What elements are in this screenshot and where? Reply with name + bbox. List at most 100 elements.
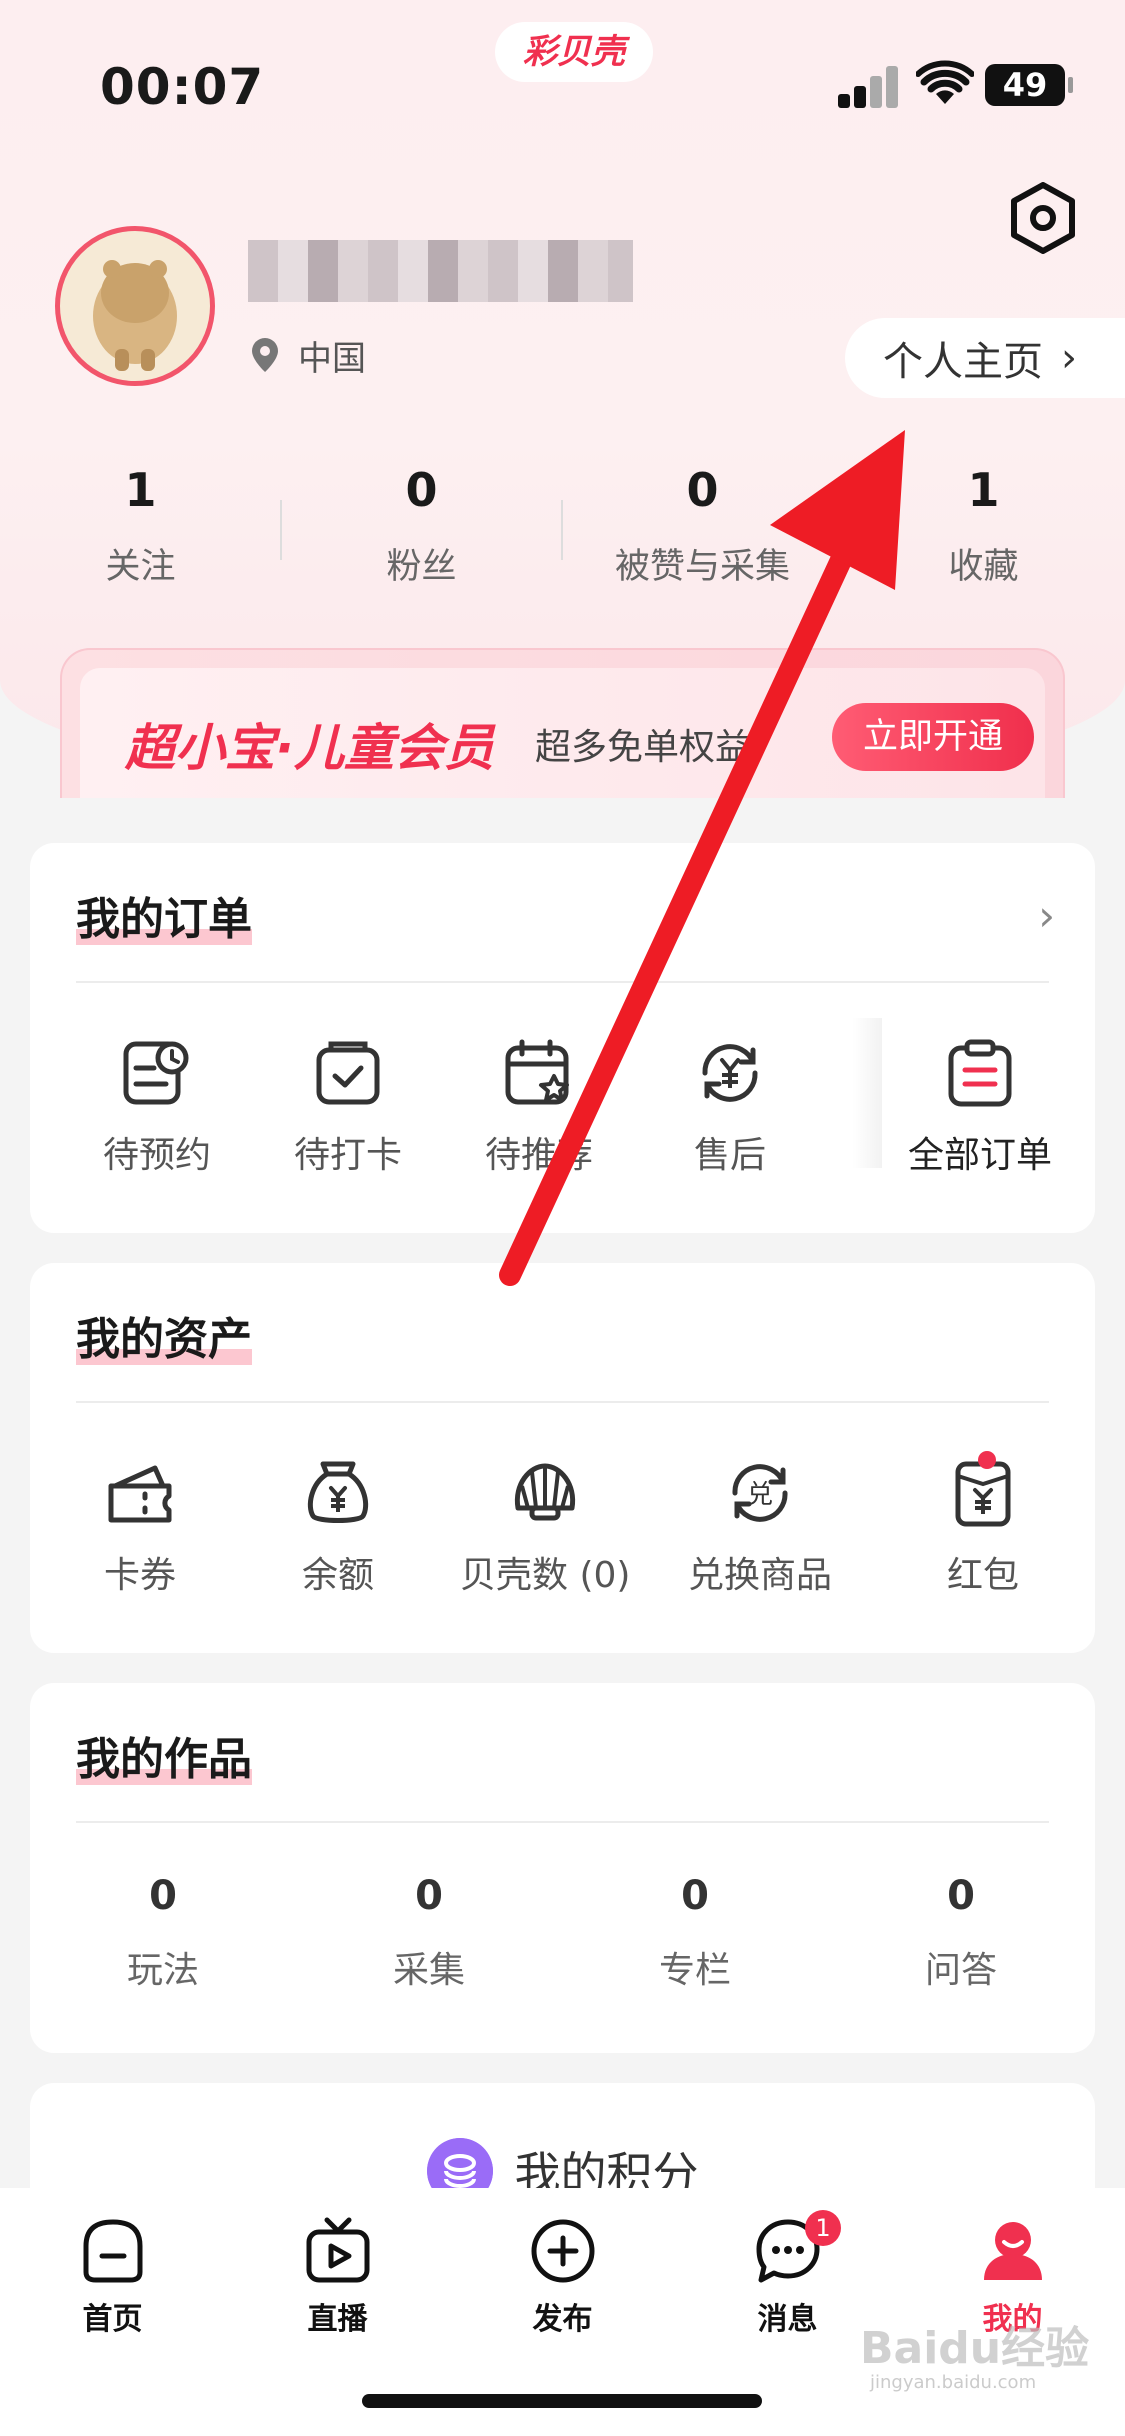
works-card: 我的作品 0 玩法 0 采集 0 专栏 0 问答 xyxy=(30,1683,1095,2053)
order-pending-appointment[interactable]: 待预约 xyxy=(82,1038,232,1178)
location: 中国 xyxy=(250,330,366,380)
stat-favorites[interactable]: 1 收藏 xyxy=(843,460,1124,590)
red-envelope-icon xyxy=(955,1461,1011,1527)
plus-circle-icon xyxy=(531,2219,594,2283)
stat-value: 1 xyxy=(124,463,157,517)
asset-item-label: 余额 xyxy=(301,1555,374,1596)
assets-card: 我的资产 卡券 余额 贝壳数 (0) 兑 兑换商品 红包 xyxy=(30,1263,1095,1653)
personal-homepage-button[interactable]: 个人主页 › xyxy=(845,318,1125,398)
nav-home[interactable]: 首页 xyxy=(0,2216,225,2338)
avatar[interactable] xyxy=(55,226,215,386)
user-icon xyxy=(983,2222,1042,2280)
scroll-shadow xyxy=(852,1018,882,1168)
nav-label: 发布 xyxy=(532,2302,593,2337)
member-subtitle: 超多免单权益 xyxy=(535,727,752,768)
order-after-sales[interactable]: 售后 xyxy=(655,1038,805,1178)
svg-text:兑: 兑 xyxy=(747,1480,773,1510)
asset-coupons[interactable]: 卡券 xyxy=(70,1458,210,1598)
divider xyxy=(76,981,1049,983)
order-pending-checkin[interactable]: 待打卡 xyxy=(273,1038,423,1178)
stat-label: 收藏 xyxy=(948,547,1019,587)
stat-label: 被赞与采集 xyxy=(614,547,790,587)
nav-label: 首页 xyxy=(82,2302,143,2337)
order-all[interactable]: 全部订单 xyxy=(890,1038,1070,1178)
divider xyxy=(76,1821,1049,1823)
stat-divider xyxy=(561,500,563,560)
assets-title: 我的资产 xyxy=(76,1303,252,1367)
chevron-right-icon[interactable]: › xyxy=(1038,891,1055,940)
battery-indicator: 49 xyxy=(985,64,1073,106)
order-item-label: 待预约 xyxy=(102,1135,211,1176)
money-bag-icon xyxy=(307,1461,369,1523)
stat-value: 0 xyxy=(405,463,438,517)
message-count-badge: 1 xyxy=(805,2210,841,2246)
orders-title-text: 我的订单 xyxy=(76,894,252,945)
app-name-badge: 彩贝壳 xyxy=(495,22,653,82)
stat-label: 关注 xyxy=(105,547,176,587)
asset-item-label: 卡券 xyxy=(103,1555,176,1596)
asset-shells[interactable]: 贝壳数 (0) xyxy=(460,1458,630,1598)
asset-balance[interactable]: 余额 xyxy=(268,1458,408,1598)
profile-stats: 1 关注 0 粉丝 0 被赞与采集 1 收藏 xyxy=(0,460,1125,590)
order-item-label: 售后 xyxy=(693,1135,766,1176)
order-item-label: 待打卡 xyxy=(293,1135,402,1176)
asset-exchange-goods[interactable]: 兑 兑换商品 xyxy=(675,1458,845,1598)
homepage-label: 个人主页 xyxy=(883,339,1043,385)
works-columns[interactable]: 0 专栏 xyxy=(562,1873,828,1993)
baidu-watermark-url: jingyan.baidu.com xyxy=(870,2372,1037,2393)
yen-refresh-icon xyxy=(702,1044,758,1102)
member-title: 超小宝·儿童会员 xyxy=(125,719,494,777)
home-indicator xyxy=(362,2394,762,2408)
works-gameplay[interactable]: 0 玩法 xyxy=(30,1873,296,1993)
nav-label: 直播 xyxy=(307,2302,368,2337)
works-value: 0 xyxy=(681,1873,709,1919)
works-title-text: 我的作品 xyxy=(76,1734,252,1785)
stat-label: 粉丝 xyxy=(386,547,457,587)
assets-title-text: 我的资产 xyxy=(76,1314,252,1365)
settings-hexagon-icon[interactable] xyxy=(1010,182,1076,254)
exchange-icon: 兑 xyxy=(732,1464,788,1522)
stat-value: 0 xyxy=(686,463,719,517)
wifi-icon xyxy=(916,60,974,104)
orders-card: 我的订单 › 待预约 待打卡 待推荐 售后 全部订单 xyxy=(30,843,1095,1233)
chevron-right-icon: › xyxy=(1061,335,1077,381)
nav-live[interactable]: 直播 xyxy=(225,2216,450,2338)
live-tv-icon xyxy=(306,2217,369,2283)
kids-member-banner[interactable]: 超小宝·儿童会员 超多免单权益 立即开通 xyxy=(60,648,1065,798)
check-card-icon xyxy=(316,1041,380,1105)
asset-item-label: 兑换商品 xyxy=(687,1555,832,1596)
works-label: 玩法 xyxy=(126,1950,199,1991)
bear-avatar-icon xyxy=(93,260,177,371)
works-label: 采集 xyxy=(392,1950,465,1991)
member-banner-inner: 超小宝·儿童会员 超多免单权益 立即开通 xyxy=(80,668,1045,798)
stat-value: 1 xyxy=(967,463,1000,517)
location-text: 中国 xyxy=(298,338,366,379)
order-pending-recommend[interactable]: 待推荐 xyxy=(464,1038,614,1178)
stat-followers[interactable]: 0 粉丝 xyxy=(281,460,562,590)
ticket-icon xyxy=(108,1465,172,1523)
divider xyxy=(76,1401,1049,1403)
cellular-signal-icon xyxy=(838,64,898,108)
nav-publish[interactable]: 发布 xyxy=(450,2216,675,2338)
works-qa[interactable]: 0 问答 xyxy=(828,1873,1094,1993)
username-blurred xyxy=(248,240,633,302)
baidu-watermark: Baidu经验 xyxy=(860,2323,1090,2374)
works-label: 问答 xyxy=(924,1950,997,1991)
status-bar: 00:07 彩贝壳 49 xyxy=(0,0,1125,150)
open-membership-button[interactable]: 立即开通 xyxy=(832,703,1034,771)
stat-divider xyxy=(280,500,282,560)
works-collections[interactable]: 0 采集 xyxy=(296,1873,562,1993)
works-value: 0 xyxy=(149,1873,177,1919)
asset-red-envelope[interactable]: 红包 xyxy=(913,1458,1053,1598)
clipboard-icon xyxy=(948,1039,1012,1107)
stat-likes-collects[interactable]: 0 被赞与采集 xyxy=(562,460,843,590)
works-label: 专栏 xyxy=(658,1950,731,1991)
works-value: 0 xyxy=(947,1873,975,1919)
asset-item-label: 贝壳数 (0) xyxy=(460,1555,631,1596)
order-item-label: 待推荐 xyxy=(484,1135,593,1176)
shell-icon xyxy=(514,1463,576,1521)
works-title: 我的作品 xyxy=(76,1723,252,1787)
clock-list-icon xyxy=(123,1041,189,1105)
stat-following[interactable]: 1 关注 xyxy=(0,460,281,590)
calendar-star-icon xyxy=(505,1039,569,1105)
